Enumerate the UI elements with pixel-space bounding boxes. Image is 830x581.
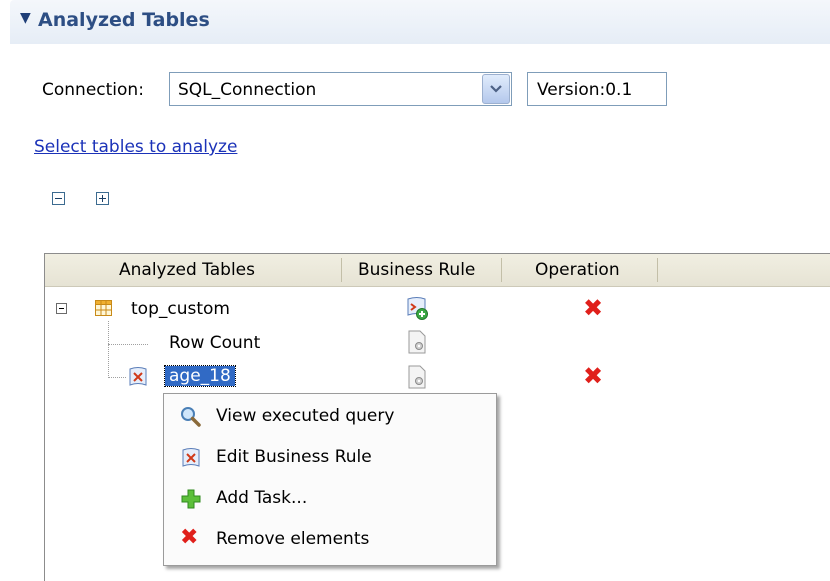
menu-item-edit-business-rule[interactable]: Edit Business Rule [166,438,494,476]
collapse-triangle-icon[interactable]: ▼ [20,10,31,26]
connection-select[interactable]: SQL_Connection [169,72,512,106]
table-row[interactable]: Row Count [45,328,830,358]
column-header-operation[interactable]: Operation [535,260,620,280]
business-rule-icon [182,448,200,467]
magnifier-icon [181,407,201,427]
settings-icon[interactable] [407,365,427,389]
select-tables-link[interactable]: Select tables to analyze [34,137,237,157]
red-x-icon: ✖ [180,525,199,550]
delete-icon[interactable]: ✖ [583,362,603,390]
version-text: Version:0.1 [537,80,633,100]
settings-icon[interactable] [407,330,427,354]
table-icon [95,300,112,316]
menu-item-label: Edit Business Rule [216,447,372,467]
menu-item-label: View executed query [216,406,395,426]
menu-item-add-task[interactable]: Add Task... [166,479,494,517]
chevron-down-icon [490,85,502,93]
green-plus-icon [181,489,201,509]
collapse-all-button[interactable] [52,192,65,205]
section-title[interactable]: Analyzed Tables [38,9,210,31]
menu-item-view-executed-query[interactable]: View executed query [166,397,494,435]
table-header: Analyzed Tables Business Rule Operation [45,254,830,287]
context-menu: View executed query Edit Business Rule A… [163,393,497,566]
dropdown-arrow-button[interactable] [482,74,510,104]
menu-item-remove-elements[interactable]: ✖ Remove elements [166,520,494,558]
menu-item-label: Add Task... [216,488,308,508]
table-row-label[interactable]: top_custom [131,299,230,319]
connection-label: Connection: [42,80,144,100]
collapse-node-icon[interactable] [56,303,67,314]
menu-item-label: Remove elements [216,529,370,549]
add-business-rule-icon[interactable] [405,296,429,320]
version-field: Version:0.1 [527,72,667,106]
table-row-label[interactable]: age_18 [164,365,236,387]
column-header-business-rule[interactable]: Business Rule [358,260,475,280]
business-rule-icon [129,367,147,386]
table-row[interactable]: top_custom ✖ [45,294,830,324]
column-header-analyzed-tables[interactable]: Analyzed Tables [119,260,255,280]
delete-icon[interactable]: ✖ [583,294,603,322]
table-row-label[interactable]: Row Count [169,333,260,353]
expand-all-button[interactable] [96,192,109,205]
connection-select-value: SQL_Connection [178,80,317,100]
table-row[interactable]: age_18 ✖ [45,362,830,392]
